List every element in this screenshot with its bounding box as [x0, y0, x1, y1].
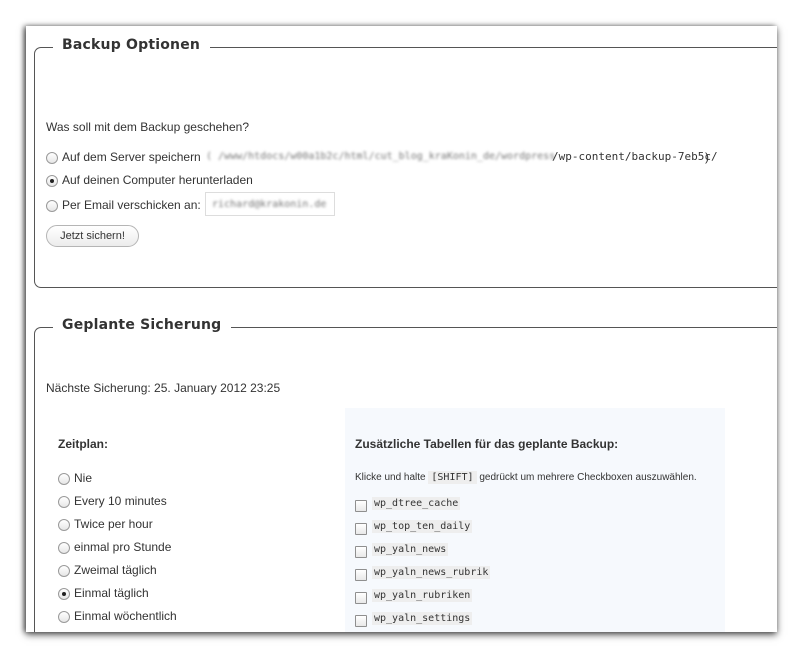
- backup-now-button[interactable]: Jetzt sichern!: [46, 225, 139, 247]
- table-name: wp_yaln_rubriken: [372, 589, 473, 602]
- schedule-hourly-label: einmal pro Stunde: [74, 540, 172, 554]
- table-name: wp_yaln_news: [372, 543, 449, 556]
- shift-hint: Klicke und halte [SHIFT] gedrückt um meh…: [355, 471, 697, 484]
- table-checkbox[interactable]: [355, 546, 367, 558]
- radio-schedule-daily[interactable]: [58, 588, 70, 600]
- hint-suffix: gedrückt um mehrere Checkboxen auszuwähl…: [479, 472, 697, 483]
- table-checkbox[interactable]: [355, 523, 367, 535]
- table-name: wp_yaln_settings: [372, 612, 473, 625]
- server-path-redacted: ( /www/htdocs/w00a1b2c/html/cut_blog_kra…: [206, 151, 556, 162]
- scheduled-legend: Geplante Sicherung: [53, 317, 232, 333]
- table-checkbox[interactable]: [355, 592, 367, 604]
- screenshot-frame: Backup Optionen Was soll mit dem Backup …: [26, 26, 777, 632]
- tables-title: Zusätzliche Tabellen für das geplante Ba…: [355, 437, 619, 451]
- table-checkbox[interactable]: [355, 615, 367, 627]
- schedule-twice-hour-label: Twice per hour: [74, 517, 153, 531]
- table-name: wp_top_ten_daily: [372, 520, 473, 533]
- scheduled-backup-fieldset: Geplante Sicherung Nächste Sicherung: 25…: [34, 317, 777, 632]
- schedule-title: Zeitplan:: [58, 437, 108, 451]
- backup-options-legend: Backup Optionen: [53, 37, 211, 53]
- radio-schedule-weekly[interactable]: [58, 611, 70, 623]
- backup-question: Was soll mit dem Backup geschehen?: [46, 120, 249, 134]
- radio-schedule-never[interactable]: [58, 473, 70, 485]
- schedule-10min-label: Every 10 minutes: [74, 494, 167, 508]
- hint-prefix: Klicke und halte: [355, 472, 426, 483]
- radio-email[interactable]: [46, 200, 58, 212]
- schedule-daily-label: Einmal täglich: [74, 586, 149, 600]
- email-value-redacted: richard@krakonin.de: [212, 199, 327, 210]
- schedule-weekly-label: Einmal wöchentlich: [74, 609, 177, 623]
- schedule-twice-daily-label: Zweimal täglich: [74, 563, 157, 577]
- radio-schedule-hourly[interactable]: [58, 542, 70, 554]
- backup-options-fieldset: Backup Optionen Was soll mit dem Backup …: [34, 37, 777, 288]
- email-input[interactable]: richard@krakonin.de: [205, 192, 335, 216]
- option-server-save-label: Auf dem Server speichern: [62, 150, 201, 164]
- table-checkbox[interactable]: [355, 500, 367, 512]
- hint-shift-key: [SHIFT]: [428, 471, 477, 484]
- option-email-label: Per Email verschicken an:: [62, 198, 201, 212]
- radio-schedule-twice-hour[interactable]: [58, 519, 70, 531]
- radio-schedule-twice-daily[interactable]: [58, 565, 70, 577]
- radio-schedule-10min[interactable]: [58, 496, 70, 508]
- server-path-close: ): [705, 150, 709, 164]
- table-name: wp_yaln_news_rubrik: [372, 566, 491, 579]
- table-checkbox[interactable]: [355, 569, 367, 581]
- schedule-never-label: Nie: [74, 471, 93, 485]
- table-name: wp_dtree_cache: [372, 497, 461, 510]
- radio-download[interactable]: [46, 175, 58, 187]
- server-path-visible: /wp-content/backup-7eb5c/: [552, 150, 718, 163]
- option-download-label: Auf deinen Computer herunterladen: [62, 173, 253, 187]
- radio-server-save[interactable]: [46, 152, 58, 164]
- next-backup-text: Nächste Sicherung: 25. January 2012 23:2…: [46, 381, 281, 395]
